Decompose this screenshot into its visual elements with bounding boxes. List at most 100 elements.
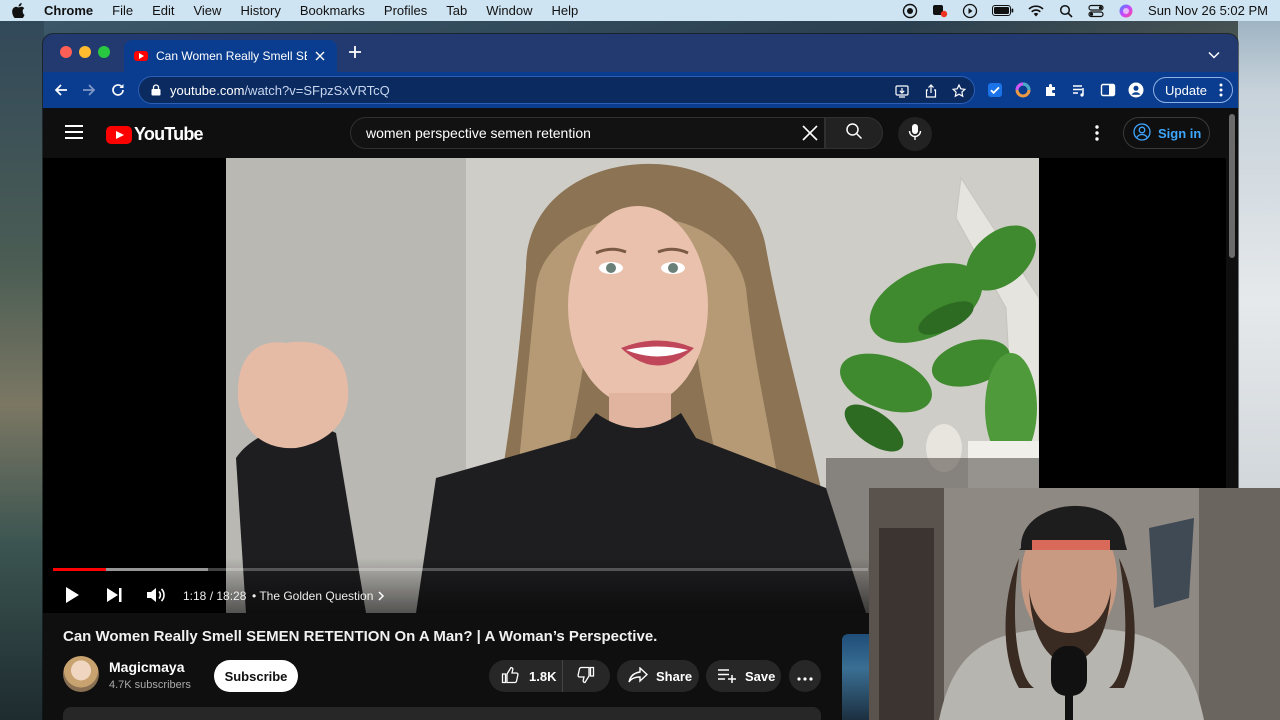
tab-title: Can Women Really Smell SEMEN RETENTION O… xyxy=(156,49,307,63)
thumbs-up-icon xyxy=(501,666,519,687)
sign-in-label: Sign in xyxy=(1158,125,1202,141)
apple-menu-icon[interactable] xyxy=(12,3,26,19)
close-window-button[interactable] xyxy=(60,46,72,58)
new-tab-button[interactable] xyxy=(346,44,364,62)
share-button[interactable]: Share xyxy=(617,660,699,692)
chrome-update-button[interactable]: Update xyxy=(1153,77,1233,103)
more-horizontal-icon xyxy=(797,669,813,684)
sign-in-button[interactable]: Sign in xyxy=(1123,117,1210,149)
settings-kebab-icon[interactable] xyxy=(1094,125,1100,141)
menu-file[interactable]: File xyxy=(112,3,133,18)
chapter-chevron-icon xyxy=(378,591,385,601)
minimize-window-button[interactable] xyxy=(79,46,91,58)
save-button[interactable]: Save xyxy=(706,660,781,692)
webcam-overlay xyxy=(869,488,1280,720)
progress-played xyxy=(53,568,106,571)
menu-view[interactable]: View xyxy=(193,3,221,18)
share-arrow-icon xyxy=(628,665,649,686)
menu-window[interactable]: Window xyxy=(486,3,532,18)
scrollbar-thumb[interactable] xyxy=(1229,114,1235,258)
volume-icon[interactable] xyxy=(145,584,167,606)
lock-icon[interactable] xyxy=(151,84,161,96)
voice-search-button[interactable] xyxy=(898,117,932,151)
channel-avatar[interactable] xyxy=(63,656,99,692)
more-actions-button[interactable] xyxy=(789,660,821,692)
hamburger-menu-icon[interactable] xyxy=(65,125,83,139)
thumbs-down-icon xyxy=(577,666,595,687)
menu-app-name[interactable]: Chrome xyxy=(44,3,93,18)
install-app-icon[interactable] xyxy=(894,83,910,99)
spotlight-search-icon[interactable] xyxy=(1058,4,1074,18)
extension-checkmark-icon[interactable] xyxy=(985,80,1005,100)
back-arrow-icon[interactable] xyxy=(51,80,71,100)
forward-arrow-icon[interactable] xyxy=(79,80,99,100)
subscribe-button[interactable]: Subscribe xyxy=(214,660,298,692)
related-video-thumbnail[interactable] xyxy=(842,634,872,720)
save-label: Save xyxy=(745,668,776,684)
menubar-status-area: Sun Nov 26 5:02 PM xyxy=(902,0,1268,21)
menu-profiles[interactable]: Profiles xyxy=(384,3,427,18)
side-panel-icon[interactable] xyxy=(1098,80,1118,100)
search-input[interactable]: women perspective semen retention xyxy=(350,117,825,149)
tab-close-icon[interactable] xyxy=(313,49,327,63)
zoom-window-button[interactable] xyxy=(98,46,110,58)
menu-tab[interactable]: Tab xyxy=(446,3,467,18)
youtube-favicon-icon xyxy=(134,51,148,61)
reading-list-icon[interactable] xyxy=(1069,80,1089,100)
menubar-clock[interactable]: Sun Nov 26 5:02 PM xyxy=(1148,3,1268,18)
youtube-wordmark: YouTube xyxy=(134,124,204,144)
youtube-logo[interactable]: YouTube xyxy=(106,124,204,145)
video-title: Can Women Really Smell SEMEN RETENTION O… xyxy=(63,628,658,645)
progress-bar[interactable] xyxy=(53,568,868,571)
chrome-menu-icon[interactable] xyxy=(1219,83,1223,97)
channel-name[interactable]: Magicmaya xyxy=(109,659,184,675)
reload-icon[interactable] xyxy=(108,80,128,100)
menu-edit[interactable]: Edit xyxy=(152,3,174,18)
url-host: youtube.com xyxy=(170,82,245,98)
dislike-button[interactable] xyxy=(563,660,609,692)
subscriber-count: 4.7K subscribers xyxy=(109,679,191,691)
menu-history[interactable]: History xyxy=(240,3,280,18)
add-to-playlist-icon xyxy=(717,667,737,686)
time-display: 1:18 / 18:28 xyxy=(183,589,247,603)
tab-youtube-video[interactable]: Can Women Really Smell SEMEN RETENTION O… xyxy=(124,40,337,72)
menu-help[interactable]: Help xyxy=(552,3,579,18)
desktop-wallpaper xyxy=(0,21,44,720)
address-bar[interactable]: youtube.com/watch?v=SFpzSxVRTcQ xyxy=(138,76,975,104)
siri-icon[interactable] xyxy=(1118,4,1134,18)
microphone-icon xyxy=(908,123,922,146)
search-query: women perspective semen retention xyxy=(366,125,591,141)
clear-search-icon[interactable] xyxy=(801,124,819,142)
browser-toolbar: youtube.com/watch?v=SFpzSxVRTcQ Update xyxy=(43,72,1238,108)
search-icon xyxy=(845,122,863,145)
control-center-icon[interactable] xyxy=(1088,4,1104,18)
tab-strip: Can Women Really Smell SEMEN RETENTION O… xyxy=(43,34,1238,72)
search-button[interactable] xyxy=(825,117,883,149)
battery-icon[interactable] xyxy=(992,4,1014,18)
bookmark-star-icon[interactable] xyxy=(951,83,967,99)
screen-recorder-icon[interactable] xyxy=(902,3,918,18)
extension-color-ring-icon[interactable] xyxy=(1013,80,1033,100)
share-label: Share xyxy=(656,668,693,684)
play-circle-icon[interactable] xyxy=(962,3,978,18)
chapter-title[interactable]: • The Golden Question xyxy=(252,589,385,603)
chapter-label: • The Golden Question xyxy=(252,589,374,603)
url-path: /watch?v=SFpzSxVRTcQ xyxy=(244,82,390,98)
share-page-icon[interactable] xyxy=(923,83,939,99)
extensions-puzzle-icon[interactable] xyxy=(1041,80,1061,100)
like-count: 1.8K xyxy=(529,668,557,684)
account-circle-icon xyxy=(1133,122,1151,144)
menu-bookmarks[interactable]: Bookmarks xyxy=(300,3,365,18)
profile-avatar-icon[interactable] xyxy=(1126,80,1146,100)
recording-indicator-icon[interactable] xyxy=(932,4,948,18)
play-button[interactable] xyxy=(61,584,83,606)
update-label: Update xyxy=(1165,82,1207,98)
description-box[interactable] xyxy=(63,707,821,720)
like-dislike-group: 1.8K xyxy=(489,660,610,692)
next-video-button[interactable] xyxy=(103,584,125,606)
wifi-icon[interactable] xyxy=(1028,4,1044,18)
webcam-image xyxy=(869,488,1280,720)
like-button[interactable]: 1.8K xyxy=(489,660,563,692)
macos-menu-bar: Chrome File Edit View History Bookmarks … xyxy=(0,0,1280,21)
tab-search-chevron-icon[interactable] xyxy=(1208,46,1222,60)
